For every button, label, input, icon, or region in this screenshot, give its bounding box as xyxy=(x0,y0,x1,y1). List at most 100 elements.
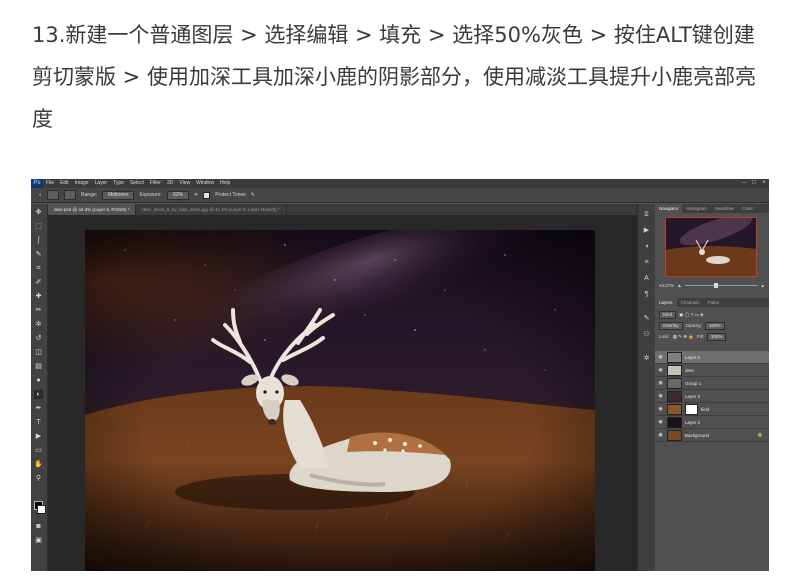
brush-panel-toggle[interactable] xyxy=(64,190,77,200)
blend-mode-dropdown[interactable]: Overlay xyxy=(659,321,683,330)
actions-icon[interactable]: ▶ xyxy=(642,226,651,235)
zoom-in-icon[interactable]: ▲ xyxy=(761,283,765,288)
tab-layers[interactable]: Layers xyxy=(655,298,677,307)
lasso-icon[interactable]: ʃ xyxy=(34,236,43,245)
layer-filter-dropdown[interactable]: Kind xyxy=(659,310,677,319)
eyedropper-icon[interactable]: ✐ xyxy=(34,278,43,287)
shape-icon[interactable]: ▭ xyxy=(34,446,43,455)
layer-name: Group 1 xyxy=(685,380,702,386)
menu-filter[interactable]: Filter xyxy=(147,179,164,188)
airbrush-icon[interactable]: ✈ xyxy=(194,192,198,198)
filter-icons[interactable]: ▣ ◯ T ▭ ◈ xyxy=(679,312,704,318)
layer-row-background[interactable]: ◉ Background 🔒 xyxy=(655,429,769,442)
layer-row-deer[interactable]: ◉ deer xyxy=(655,364,769,377)
tab-navigator[interactable]: Navigator xyxy=(655,204,683,213)
history-icon[interactable]: ⧖ xyxy=(642,210,651,219)
quick-mask-icon[interactable]: ◙ xyxy=(34,522,43,531)
menu-3d[interactable]: 3D xyxy=(164,179,176,188)
visibility-eye-icon[interactable]: ◉ xyxy=(657,393,664,399)
layers-list: ◉ Layer 5 ◉ deer ◉ Group 1 ◉ Layer 3 ◉ f… xyxy=(655,351,769,442)
range-dropdown[interactable]: Midtones xyxy=(102,190,135,200)
tab-deer-psd[interactable]: deer.psd @ 44.4% (Layer 5, RGB/8) * xyxy=(48,204,137,215)
background-color-swatch[interactable] xyxy=(37,505,46,514)
layer-mask-thumbnail[interactable] xyxy=(685,403,698,415)
tab-swatches[interactable]: Swatches xyxy=(711,204,739,213)
exposure-field[interactable]: 62% xyxy=(166,190,189,200)
zoom-icon[interactable]: ⚲ xyxy=(34,474,43,483)
photoshop-logo: Ps xyxy=(31,179,43,188)
type-icon[interactable]: T xyxy=(34,418,43,427)
opacity-field[interactable]: 100% xyxy=(705,321,725,330)
menu-window[interactable]: Window xyxy=(193,179,217,188)
blend-row: Overlay Opacity: 100% xyxy=(659,321,765,330)
navigator-preview[interactable] xyxy=(665,217,757,277)
visibility-eye-icon[interactable]: ◉ xyxy=(657,380,664,386)
paragraph-icon[interactable]: ¶ xyxy=(642,290,651,299)
zoom-out-icon[interactable]: ▲ xyxy=(677,283,681,288)
clone-source-icon[interactable]: ⚇ xyxy=(642,330,651,339)
properties-icon[interactable]: ≡ xyxy=(642,258,651,267)
menu-image[interactable]: Image xyxy=(72,179,92,188)
layer-row-group-1[interactable]: ◉ Group 1 xyxy=(655,377,769,390)
hand-icon[interactable]: ✋ xyxy=(34,460,43,469)
menu-file[interactable]: File xyxy=(43,179,57,188)
menu-help[interactable]: Help xyxy=(217,179,233,188)
visibility-eye-icon[interactable]: ◉ xyxy=(657,432,664,438)
maximize-button[interactable]: □ xyxy=(749,179,759,188)
pen-icon[interactable]: ✒ xyxy=(34,404,43,413)
close-button[interactable]: × xyxy=(759,179,769,188)
tool-presets-icon[interactable]: ✲ xyxy=(642,354,651,363)
visibility-eye-icon[interactable]: ◉ xyxy=(657,406,664,412)
screen-mode-icon[interactable]: ▣ xyxy=(34,536,43,545)
visibility-eye-icon[interactable]: ◉ xyxy=(657,419,664,425)
layer-row-layer-3[interactable]: ◉ Layer 3 xyxy=(655,390,769,403)
tab-channels[interactable]: Channels xyxy=(677,298,704,307)
eraser-icon[interactable]: ◫ xyxy=(34,348,43,357)
adjustments-icon[interactable]: ◑ xyxy=(642,242,651,251)
brush-preset-picker[interactable] xyxy=(47,190,60,200)
protect-tones-checkbox[interactable] xyxy=(203,191,211,199)
move-icon[interactable]: ✥ xyxy=(34,208,43,217)
dodge-tool-icon[interactable]: ◐ xyxy=(39,192,42,198)
pressure-icon[interactable]: ✎ xyxy=(251,192,255,198)
layer-row-layer-2[interactable]: ◉ Layer 2 xyxy=(655,416,769,429)
visibility-eye-icon[interactable]: ◉ xyxy=(657,354,664,360)
protect-tones-label: Protect Tones xyxy=(215,192,246,198)
character-icon[interactable]: A xyxy=(642,274,651,283)
blur-icon[interactable]: ● xyxy=(34,376,43,385)
tab-color[interactable]: Color xyxy=(738,204,757,213)
dodge-icon[interactable]: ◐ xyxy=(34,390,43,399)
path-select-icon[interactable]: ▶ xyxy=(34,432,43,441)
layer-name: Layer 3 xyxy=(685,393,701,399)
marquee-icon[interactable]: ⬚ xyxy=(34,222,43,231)
tab-paths[interactable]: Paths xyxy=(704,298,724,307)
visibility-eye-icon[interactable]: ◉ xyxy=(657,367,664,373)
zoom-value[interactable]: 44.27% xyxy=(659,283,674,288)
menu-layer[interactable]: Layer xyxy=(92,179,111,188)
zoom-slider[interactable] xyxy=(684,283,758,288)
gradient-icon[interactable]: ▤ xyxy=(34,362,43,371)
menu-select[interactable]: Select xyxy=(127,179,147,188)
quick-select-icon[interactable]: ✎ xyxy=(34,250,43,259)
healing-icon[interactable]: ✚ xyxy=(34,292,43,301)
crop-icon[interactable]: ⌗ xyxy=(34,264,43,273)
layer-row-field[interactable]: ◉ field xyxy=(655,403,769,416)
artwork-canvas[interactable] xyxy=(85,230,595,571)
lock-icon: 🔒 xyxy=(757,432,763,437)
menu-view[interactable]: View xyxy=(176,179,193,188)
minimize-button[interactable]: – xyxy=(739,179,749,188)
layer-row-layer-5[interactable]: ◉ Layer 5 xyxy=(655,351,769,364)
exposure-label: Exposure: xyxy=(139,192,162,198)
history-brush-icon[interactable]: ↺ xyxy=(34,334,43,343)
tab-histogram[interactable]: Histogram xyxy=(682,204,711,213)
brush-settings-icon[interactable]: ✎ xyxy=(642,314,651,323)
clone-stamp-icon[interactable]: ✲ xyxy=(34,320,43,329)
zoom-slider-knob[interactable] xyxy=(713,283,718,288)
fill-field[interactable]: 100% xyxy=(706,332,727,341)
menu-edit[interactable]: Edit xyxy=(57,179,72,188)
layer-name: Background xyxy=(685,432,710,438)
tab-deer-stock[interactable]: deer_stock_5_by_faqs_stock.jpg @ 41.4% (… xyxy=(136,204,287,215)
menu-type[interactable]: Type xyxy=(110,179,127,188)
lock-icons[interactable]: ▦ ✎ ✥ 🔒 xyxy=(673,334,694,340)
brush-icon[interactable]: ✏ xyxy=(34,306,43,315)
